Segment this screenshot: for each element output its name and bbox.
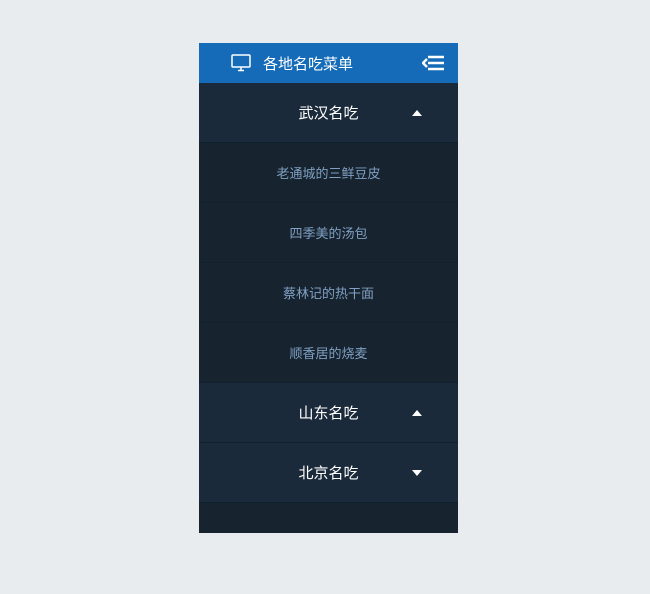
monitor-icon	[231, 54, 251, 72]
menu-title: 各地名吃菜单	[263, 53, 422, 74]
menu-category-label: 山东名吃	[298, 402, 358, 423]
menu-category-label: 武汉名吃	[298, 102, 358, 123]
chevron-down-icon	[412, 470, 422, 476]
submenu-item[interactable]: 顺香居的烧麦	[199, 323, 458, 383]
menu-category-beijing[interactable]: 北京名吃	[199, 443, 458, 503]
submenu-item[interactable]: 四季美的汤包	[199, 203, 458, 263]
menu-category-shandong[interactable]: 山东名吃	[199, 383, 458, 443]
submenu-item-label: 老通城的三鲜豆皮	[276, 163, 380, 182]
submenu-item-label: 四季美的汤包	[289, 223, 367, 242]
menu-category-label: 北京名吃	[298, 462, 358, 483]
menu-header: 各地名吃菜单	[199, 43, 458, 83]
chevron-up-icon	[412, 410, 422, 416]
submenu-item-label: 顺香居的烧麦	[289, 343, 367, 362]
chevron-up-icon	[412, 110, 422, 116]
submenu-wuhan: 老通城的三鲜豆皮 四季美的汤包 蔡林记的热干面 顺香居的烧麦	[199, 143, 458, 383]
submenu-item-label: 蔡林记的热干面	[283, 283, 374, 302]
menu-bottom-spacer	[199, 503, 458, 533]
collapse-menu-icon[interactable]	[422, 54, 444, 72]
menu-category-wuhan[interactable]: 武汉名吃	[199, 83, 458, 143]
submenu-item[interactable]: 蔡林记的热干面	[199, 263, 458, 323]
sidebar-menu: 各地名吃菜单 武汉名吃 老通城的三鲜豆皮 四季美的汤包 蔡林记的热干面 顺香居的…	[199, 43, 458, 533]
submenu-item[interactable]: 老通城的三鲜豆皮	[199, 143, 458, 203]
